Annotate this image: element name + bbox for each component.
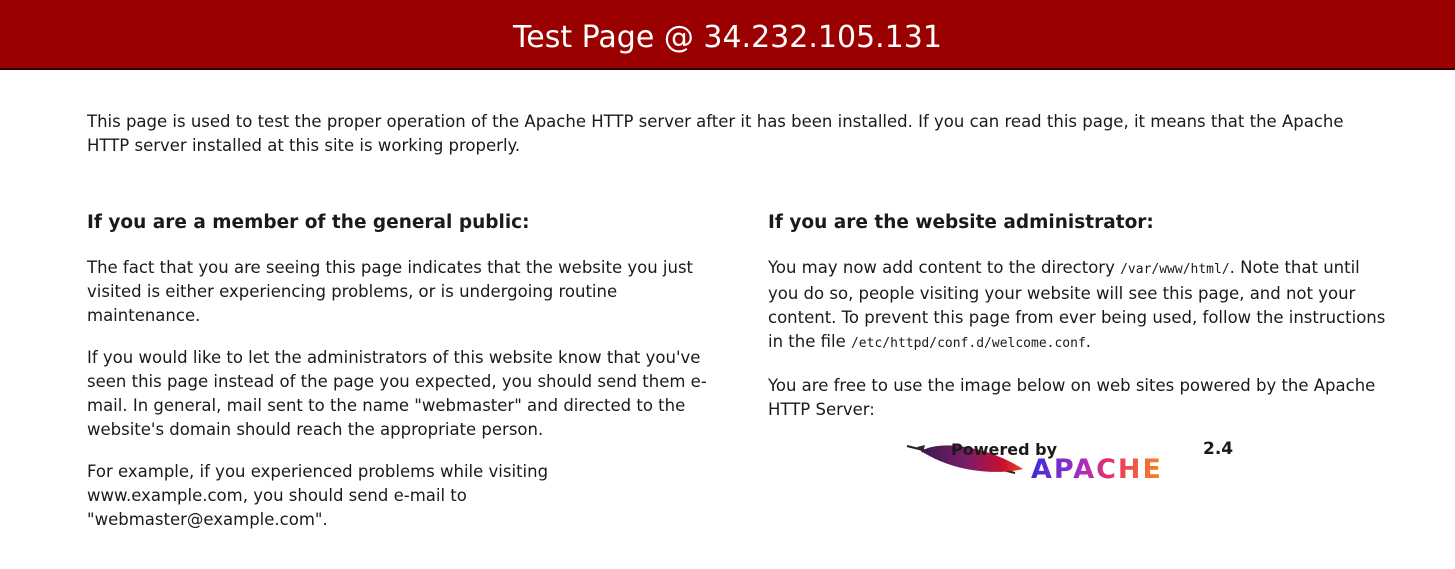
- version-text: 2.4: [1203, 439, 1233, 459]
- welcome-conf-path: /etc/httpd/conf.d/welcome.conf: [850, 336, 1086, 351]
- general-public-paragraph-3: For example, if you experienced problems…: [87, 462, 549, 529]
- admin-text-3: .: [1085, 332, 1092, 351]
- intro-paragraph: This page is used to test the proper ope…: [87, 112, 1344, 155]
- powered-by-apache-badge: Powered by 2.4 APACHE: [903, 433, 1238, 485]
- administrator-paragraph-1: You may now add content to the directory…: [768, 256, 1388, 356]
- apache-feather-logo: Powered by 2.4 APACHE: [906, 439, 1233, 485]
- page-header: Test Page @ 34.232.105.131: [0, 0, 1455, 70]
- administrator-paragraph-2: You are free to use the image below on w…: [768, 376, 1376, 419]
- general-public-paragraph-2: If you would like to let the administrat…: [87, 348, 707, 439]
- general-public-section: If you are a member of the general publi…: [87, 209, 707, 550]
- administrator-section: If you are the website administrator: Yo…: [768, 209, 1388, 440]
- page-title: Test Page @ 34.232.105.131: [513, 20, 942, 55]
- general-public-paragraph-1: The fact that you are seeing this page i…: [87, 258, 694, 325]
- general-public-heading: If you are a member of the general publi…: [87, 212, 530, 233]
- admin-text-1: You may now add content to the directory: [768, 258, 1121, 277]
- apache-brand-text: APACHE: [1031, 454, 1163, 483]
- administrator-heading: If you are the website administrator:: [768, 212, 1154, 233]
- document-root-path: /var/www/html/: [1120, 262, 1230, 277]
